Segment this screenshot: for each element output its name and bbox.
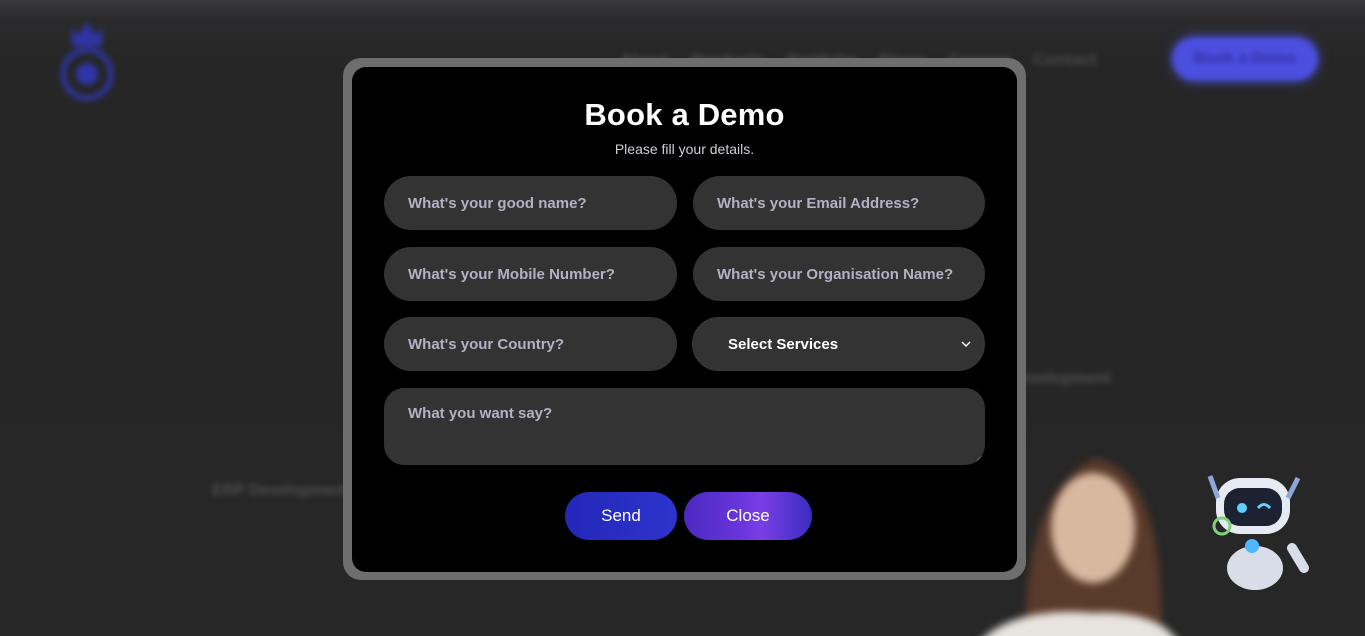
email-placeholder: What's your Email Address?	[717, 194, 920, 212]
logo-icon	[60, 22, 114, 101]
background-text-erp: ERP Development	[212, 482, 350, 499]
mobile-placeholder: What's your Mobile Number?	[408, 265, 615, 283]
message-placeholder: What you want say?	[408, 405, 553, 422]
organisation-input[interactable]: What's your Organisation Name?	[693, 247, 985, 301]
message-textarea[interactable]: What you want say?	[384, 388, 985, 465]
services-selected-value: Select Services	[728, 335, 839, 353]
chatbot-robot-icon[interactable]	[1200, 468, 1310, 593]
chevron-down-icon	[961, 341, 971, 347]
name-input[interactable]: What's your good name?	[384, 176, 677, 230]
name-placeholder: What's your good name?	[408, 194, 587, 212]
resize-handle-icon[interactable]	[975, 455, 983, 463]
book-demo-modal: Book a Demo Please fill your details. Wh…	[352, 67, 1017, 572]
nav-book-demo-button[interactable]: Book a Demo	[1172, 37, 1318, 81]
close-button[interactable]: Close	[684, 492, 812, 540]
mobile-input[interactable]: What's your Mobile Number?	[384, 247, 677, 301]
organisation-placeholder: What's your Organisation Name?	[717, 265, 954, 283]
nav-item-contact[interactable]: Contact	[1033, 50, 1096, 70]
services-select[interactable]: Select Services	[692, 317, 985, 371]
modal-title: Book a Demo	[584, 97, 785, 132]
send-button[interactable]: Send	[565, 492, 677, 540]
email-input[interactable]: What's your Email Address?	[693, 176, 985, 230]
page: About Products Portfolio Blogs Careers C…	[0, 0, 1365, 636]
modal-subtitle: Please fill your details.	[614, 141, 755, 157]
country-input[interactable]: What's your Country?	[384, 317, 677, 371]
country-placeholder: What's your Country?	[408, 335, 565, 353]
